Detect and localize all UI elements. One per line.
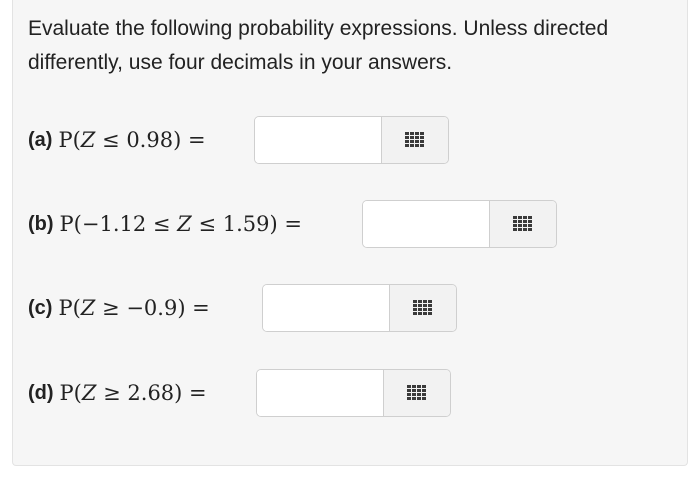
question-label: (b) bbox=[28, 212, 54, 235]
keypad-button-d[interactable] bbox=[383, 370, 450, 416]
instructions-text: Evaluate the following probability expre… bbox=[28, 17, 609, 74]
keypad-button-a[interactable] bbox=[381, 117, 448, 163]
answer-box-d bbox=[256, 369, 451, 417]
probability-expression: P(−1.12 ≤ Z ≤ 1.59) = bbox=[59, 212, 302, 236]
keypad-grid-icon bbox=[407, 385, 427, 401]
question-label: (d) bbox=[28, 381, 54, 404]
question-c: (c) P(Z ≥ −0.9) = bbox=[28, 284, 210, 332]
question-b: (b) P(−1.12 ≤ Z ≤ 1.59) = bbox=[28, 200, 302, 248]
probability-expression: P(Z ≥ −0.9) = bbox=[58, 296, 210, 320]
keypad-button-b[interactable] bbox=[489, 201, 556, 247]
answer-input-a[interactable] bbox=[255, 117, 381, 163]
probability-expression: P(Z ≤ 0.98) = bbox=[58, 128, 206, 152]
answer-input-c[interactable] bbox=[263, 285, 389, 331]
answer-box-a bbox=[254, 116, 449, 164]
probability-expression: P(Z ≥ 2.68) = bbox=[59, 381, 207, 405]
keypad-grid-icon bbox=[413, 300, 433, 316]
keypad-grid-icon bbox=[405, 132, 425, 148]
answer-input-d[interactable] bbox=[257, 370, 383, 416]
question-a: (a) P(Z ≤ 0.98) = bbox=[28, 116, 206, 164]
keypad-grid-icon bbox=[513, 216, 533, 232]
question-label: (c) bbox=[28, 296, 53, 319]
answer-input-b[interactable] bbox=[363, 201, 489, 247]
answer-box-c bbox=[262, 284, 457, 332]
keypad-button-c[interactable] bbox=[389, 285, 456, 331]
question-label: (a) bbox=[28, 128, 53, 151]
answer-box-b bbox=[362, 200, 557, 248]
question-d: (d) P(Z ≥ 2.68) = bbox=[28, 369, 207, 417]
